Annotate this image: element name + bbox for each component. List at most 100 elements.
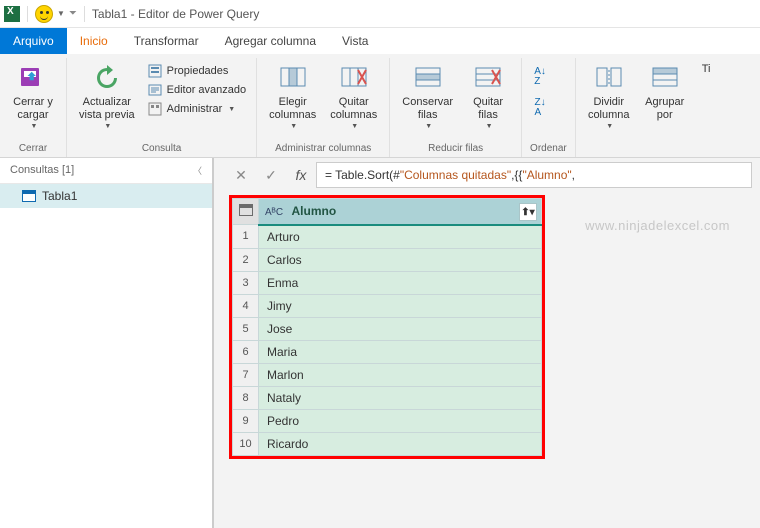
group-cerrar: Cerrar y cargar ▼ Cerrar — [0, 58, 67, 157]
tab-agregar-columna[interactable]: Agregar columna — [212, 28, 329, 54]
ribbon: Cerrar y cargar ▼ Cerrar Actualizar vist… — [0, 54, 760, 158]
chevron-down-icon: ▼ — [31, 123, 38, 130]
type-label: Ti — [702, 63, 711, 75]
cell: Nataly — [259, 386, 542, 409]
sort-asc-icon: A↓Z — [534, 67, 546, 87]
manage-icon — [147, 101, 163, 117]
accept-formula-button[interactable]: ✓ — [256, 162, 286, 188]
type-button[interactable]: Ti — [700, 62, 713, 76]
cell: Carlos — [259, 248, 542, 271]
row-number: 5 — [233, 317, 259, 340]
keep-rows-icon — [412, 62, 444, 94]
cell: Arturo — [259, 225, 542, 249]
formula-input[interactable]: = Table.Sort(#"Columnas quitadas",{{"Alu… — [316, 162, 752, 188]
sort-desc-icon: Z↓A — [534, 98, 545, 118]
window-title: Tabla1 - Editor de Power Query — [92, 7, 259, 21]
properties-button[interactable]: Propiedades — [145, 62, 249, 80]
queries-sidebar: Consultas [1] 〈 Tabla1 — [0, 158, 214, 528]
tab-transformar[interactable]: Transformar — [121, 28, 212, 54]
x-icon: ✕ — [235, 167, 247, 184]
table-corner-button[interactable] — [233, 199, 259, 225]
split-column-icon — [593, 62, 625, 94]
table-row[interactable]: 8Nataly — [233, 386, 542, 409]
refresh-preview-button[interactable]: Actualizar vista previa ▼ — [75, 60, 139, 141]
sort-filter-button[interactable]: ⬆▾ — [519, 203, 537, 221]
tab-vista[interactable]: Vista — [329, 28, 381, 54]
row-number: 8 — [233, 386, 259, 409]
sort-desc-button[interactable]: Z↓A — [530, 93, 550, 123]
formula-text-3: , — [572, 168, 575, 182]
editor-icon — [147, 82, 163, 98]
table-row[interactable]: 2Carlos — [233, 248, 542, 271]
table-row[interactable]: 9Pedro — [233, 409, 542, 432]
remove-columns-button[interactable]: Quitar columnas ▼ — [326, 60, 381, 141]
table-row[interactable]: 10Ricardo — [233, 432, 542, 455]
cell: Jose — [259, 317, 542, 340]
sidebar-item-label: Tabla1 — [42, 189, 77, 203]
sort-asc-button[interactable]: A↓Z — [530, 62, 550, 92]
table-row[interactable]: 1Arturo — [233, 225, 542, 249]
cancel-formula-button[interactable]: ✕ — [226, 162, 256, 188]
cell: Jimy — [259, 294, 542, 317]
watermark-text: www.ninjadelexcel.com — [585, 218, 730, 233]
chevron-down-icon: ▼ — [290, 123, 297, 130]
fx-icon: fx — [296, 167, 307, 183]
row-number: 6 — [233, 340, 259, 363]
collapse-icon[interactable]: 〈 — [193, 164, 202, 177]
sidebar-header-text: Consultas [1] — [10, 164, 74, 176]
fx-button[interactable]: fx — [286, 162, 316, 188]
check-icon: ✓ — [265, 167, 277, 184]
cell: Marlon — [259, 363, 542, 386]
choose-columns-icon — [277, 62, 309, 94]
divider — [27, 6, 28, 22]
remove-rows-label: Quitar filas — [473, 96, 503, 121]
table-icon — [22, 190, 36, 202]
chevron-down-icon: ▼ — [425, 123, 432, 130]
divider — [84, 6, 85, 22]
sidebar-item-tabla1[interactable]: Tabla1 — [0, 184, 212, 208]
chevron-down-icon: ▼ — [351, 123, 358, 130]
group-label-blank — [584, 141, 713, 157]
row-number: 9 — [233, 409, 259, 432]
group-label-columnas: Administrar columnas — [265, 141, 381, 157]
data-table-wrap: AᴮC Alumno ⬆▾ 1Arturo 2Carlos 3Enma 4Jim… — [232, 198, 542, 456]
tab-arquivo[interactable]: Arquivo — [0, 28, 67, 54]
manage-button[interactable]: Administrar ▼ — [145, 100, 249, 118]
refresh-icon — [91, 62, 123, 94]
table-icon — [239, 204, 253, 216]
save-arrow-icon — [17, 62, 49, 94]
table-row[interactable]: 5Jose — [233, 317, 542, 340]
remove-columns-icon — [338, 62, 370, 94]
main-panel: ✕ ✓ fx = Table.Sort(#"Columnas quitadas"… — [214, 158, 760, 528]
cell: Enma — [259, 271, 542, 294]
group-label-cerrar: Cerrar — [8, 141, 58, 157]
tab-inicio[interactable]: Inicio — [67, 28, 121, 54]
row-number: 4 — [233, 294, 259, 317]
table-row[interactable]: 3Enma — [233, 271, 542, 294]
chevron-down-icon: ▼ — [606, 123, 613, 130]
table-row[interactable]: 4Jimy — [233, 294, 542, 317]
chevron-down-icon: ▼ — [228, 106, 235, 113]
remove-rows-button[interactable]: Quitar filas ▼ — [463, 60, 513, 141]
group-by-button[interactable]: Agrupar por — [640, 60, 690, 141]
ribbon-tabs: Arquivo Inicio Transformar Agregar colum… — [0, 28, 760, 54]
table-body: 1Arturo 2Carlos 3Enma 4Jimy 5Jose 6Maria… — [233, 225, 542, 456]
close-load-button[interactable]: Cerrar y cargar ▼ — [8, 60, 58, 141]
smiley-icon[interactable] — [35, 5, 53, 23]
row-number: 7 — [233, 363, 259, 386]
table-row[interactable]: 6Maria — [233, 340, 542, 363]
chevron-down-icon[interactable]: ▼ — [57, 9, 65, 18]
split-column-button[interactable]: Dividir columna ▼ — [584, 60, 634, 141]
column-header-alumno[interactable]: AᴮC Alumno ⬆▾ — [259, 199, 542, 225]
advanced-editor-button[interactable]: Editor avanzado — [145, 81, 249, 99]
properties-icon — [147, 63, 163, 79]
keep-rows-button[interactable]: Conservar filas ▼ — [398, 60, 457, 141]
close-load-label: Cerrar y cargar — [13, 96, 53, 121]
cell: Pedro — [259, 409, 542, 432]
excel-icon — [4, 6, 20, 22]
column-name: Alumno — [292, 204, 337, 218]
table-row[interactable]: 7Marlon — [233, 363, 542, 386]
choose-columns-button[interactable]: Elegir columnas ▼ — [265, 60, 320, 141]
formula-string-2: "Alumno" — [522, 168, 571, 182]
group-dividir: Dividir columna ▼ Agrupar por Ti — [576, 58, 721, 157]
